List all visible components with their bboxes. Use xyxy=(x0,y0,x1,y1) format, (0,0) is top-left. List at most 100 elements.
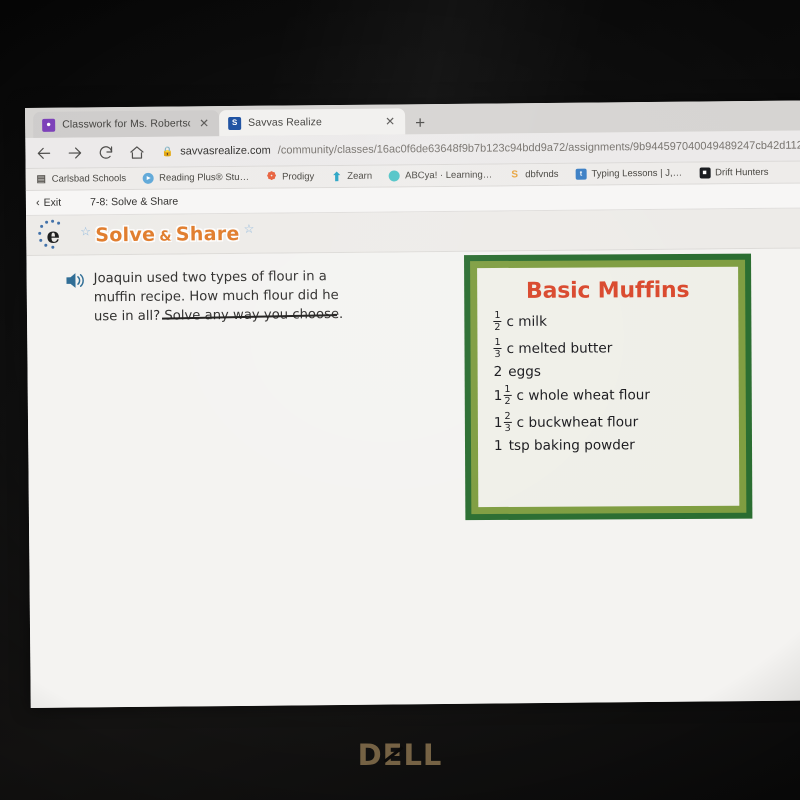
folder-icon: ▤ xyxy=(36,173,46,185)
bookmark-label: Reading Plus® Stu… xyxy=(159,171,250,184)
bookmark-typing-lessons[interactable]: t Typing Lessons | J,… xyxy=(575,168,682,180)
ingredient-item: 1 2 3 c buckwheat flour xyxy=(493,410,723,434)
reload-icon[interactable] xyxy=(97,144,114,161)
ingredient-list: 1 2 c milk 1 3 c melted butter 2 eggs 1 … xyxy=(493,309,723,455)
ingredient-item: 2 eggs xyxy=(494,364,723,380)
title-ampersand: & xyxy=(159,228,172,245)
whole-number: 1 xyxy=(493,387,503,404)
lesson-content-area: Joaquin used two types of flour in a muf… xyxy=(26,248,800,708)
close-icon[interactable]: ✕ xyxy=(383,114,397,128)
url-path: /community/classes/16ac0f6de63648f9b7b12… xyxy=(277,139,800,157)
ingredient-item: 1 1 2 c whole wheat flour xyxy=(493,383,723,407)
prodigy-icon: ❁ xyxy=(266,170,277,183)
reading-plus-icon: ▸ xyxy=(143,172,155,184)
star-icon: ☆ xyxy=(243,221,255,236)
fraction: 2 3 xyxy=(503,410,512,434)
bookmark-drift-hunters[interactable]: ■ Drift Hunters xyxy=(699,166,769,179)
recipe-title: Basic Muffins xyxy=(525,277,690,304)
recipe-card-body: Basic Muffins 1 2 c milk 1 3 c melted bu… xyxy=(477,266,740,508)
dell-wordmark: DELL xyxy=(358,738,443,772)
savvas-icon: S xyxy=(228,116,242,130)
bookmark-prodigy[interactable]: ❁ Prodigy xyxy=(266,170,315,183)
dell-letters-ll: LL xyxy=(403,738,443,772)
back-arrow-icon[interactable] xyxy=(35,144,52,161)
dell-letter-e-slashed: E xyxy=(382,738,404,772)
fraction-denominator: 3 xyxy=(504,422,511,434)
fraction-denominator: 2 xyxy=(504,395,511,407)
title-word-solve: Solve xyxy=(95,223,156,246)
question-line-2: muffin recipe. How much flour did he xyxy=(93,288,339,306)
dell-logo: DELL xyxy=(0,738,800,772)
fraction-numerator: 1 xyxy=(494,336,501,348)
ingredient-text: c milk xyxy=(506,313,547,330)
whole-number: 2 xyxy=(493,364,503,381)
bookmark-reading-plus[interactable]: ▸ Reading Plus® Stu… xyxy=(143,172,249,184)
ingredient-item: 1 2 c milk xyxy=(493,309,722,333)
laptop-photo: ● Classwork for Ms. Robertson 3r ✕ S Sav… xyxy=(0,0,800,800)
title-word-share: Share xyxy=(175,222,240,246)
ingredient-text: c whole wheat flour xyxy=(516,386,651,404)
fraction: 1 2 xyxy=(503,383,512,407)
exit-button[interactable]: ‹ Exit xyxy=(36,197,61,209)
address-bar[interactable]: 🔒 savvasrealize.com/community/classes/16… xyxy=(161,140,800,158)
bookmark-label: Zearn xyxy=(347,170,373,182)
bookmark-label: Drift Hunters xyxy=(715,166,769,179)
fraction-denominator: 3 xyxy=(494,348,501,360)
ingredient-item: 1 tsp baking powder xyxy=(493,437,723,455)
whole-number: 1 xyxy=(493,414,503,431)
home-icon[interactable] xyxy=(128,143,145,160)
laptop-screen: ● Classwork for Ms. Robertson 3r ✕ S Sav… xyxy=(25,100,800,708)
typing-icon: t xyxy=(575,168,587,180)
forward-arrow-icon[interactable] xyxy=(66,144,83,161)
zearn-icon: ⬆ xyxy=(331,169,342,184)
bookmark-label: Typing Lessons | J,… xyxy=(591,167,683,180)
ingredient-item: 1 3 c melted butter xyxy=(493,337,722,360)
close-icon[interactable]: ✕ xyxy=(197,116,211,130)
star-icon: ☆ xyxy=(80,223,92,238)
bookmark-zearn[interactable]: ⬆ Zearn xyxy=(331,169,373,184)
ingredient-text: eggs xyxy=(508,363,542,380)
fraction-numerator: 2 xyxy=(504,410,511,422)
question-line-3: use in all? Solve any way you choose. xyxy=(94,305,343,327)
tab-title: Savvas Realize xyxy=(248,116,322,129)
drift-hunters-icon: ■ xyxy=(699,167,711,179)
solve-and-share-title: ☆ Solve & Share ☆ xyxy=(80,221,255,246)
dbfvnds-icon: S xyxy=(511,168,519,180)
fraction: 1 3 xyxy=(493,336,502,360)
chevron-left-icon: ‹ xyxy=(35,196,40,209)
question-struck-text: Solve any way you choose xyxy=(164,307,340,324)
fraction-numerator: 1 xyxy=(494,309,501,321)
abcya-icon xyxy=(389,170,401,182)
bookmark-abcya[interactable]: ABCya! · Learning… xyxy=(389,170,492,182)
question-line-3-suffix: . xyxy=(338,307,344,323)
url-host: savvasrealize.com xyxy=(180,144,271,158)
browser-tab-savvas-realize[interactable]: S Savvas Realize ✕ xyxy=(219,108,406,137)
question-text: Joaquin used two types of flour in a muf… xyxy=(94,267,344,327)
whole-number: 1 xyxy=(493,438,503,455)
ingredient-text: c melted butter xyxy=(506,339,613,357)
ingredient-text: c buckwheat flour xyxy=(516,413,639,431)
speaker-icon[interactable] xyxy=(65,271,85,289)
question-line-3-prefix: use in all? xyxy=(93,308,165,325)
bookmark-label: ABCya! · Learning… xyxy=(405,169,493,182)
new-tab-button[interactable]: + xyxy=(415,113,425,132)
fraction-denominator: 2 xyxy=(494,321,501,333)
bookmark-dbfvnds[interactable]: S dbfvnds xyxy=(509,169,558,180)
bookmark-label: Carlsbad Schools xyxy=(51,173,127,185)
bookmark-label: dbfvnds xyxy=(525,168,559,181)
dell-letter-d: D xyxy=(357,738,383,772)
question-line-1: Joaquin used two types of flour in a xyxy=(93,269,327,287)
tab-title: Classwork for Ms. Robertson 3r xyxy=(62,117,191,131)
question-block: Joaquin used two types of flour in a muf… xyxy=(65,266,436,327)
classroom-icon: ● xyxy=(42,118,56,132)
recipe-card: Basic Muffins 1 2 c milk 1 3 c melted bu… xyxy=(464,253,753,521)
exit-label: Exit xyxy=(43,196,62,209)
recipe-card-inner-border: Basic Muffins 1 2 c milk 1 3 c melted bu… xyxy=(470,259,747,515)
browser-tab-classwork[interactable]: ● Classwork for Ms. Robertson 3r ✕ xyxy=(33,110,220,138)
bookmark-carlsbad-schools[interactable]: ▤ Carlsbad Schools xyxy=(36,173,127,185)
bookmark-label: Prodigy xyxy=(282,171,315,183)
lock-icon: 🔒 xyxy=(161,146,174,158)
fraction-numerator: 1 xyxy=(504,383,511,395)
lesson-title: 7-8: Solve & Share xyxy=(90,195,179,209)
ingredient-text: tsp baking powder xyxy=(508,437,635,455)
